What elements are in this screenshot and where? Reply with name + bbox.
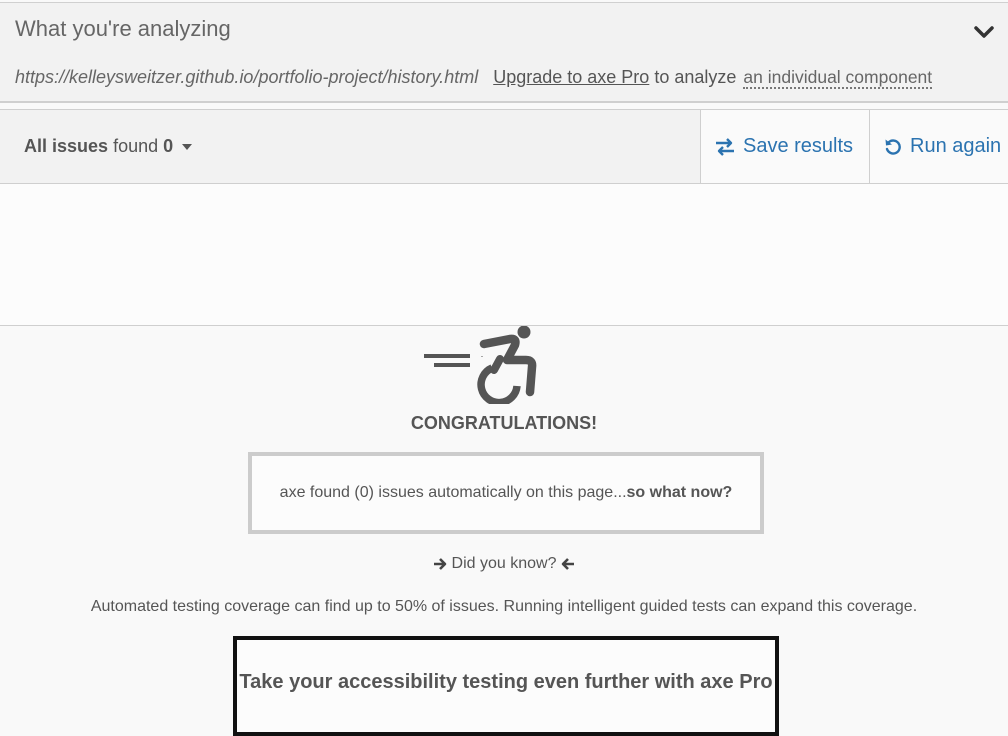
filter-found-text: found	[113, 136, 159, 156]
did-you-know-label: Did you know?	[451, 555, 557, 572]
congratulations-heading: CONGRATULATIONS!	[410, 413, 598, 433]
analyzing-panel: What you're analyzing https://kelleyswei…	[0, 2, 1008, 103]
issues-filter-dropdown[interactable]: All issues found 0	[24, 136, 193, 157]
arrow-left-icon	[562, 558, 575, 570]
run-again-button[interactable]: Run again	[869, 110, 1008, 183]
so-what-now-text: so what now?	[626, 484, 733, 501]
analyzing-title: What you're analyzing	[15, 16, 231, 41]
issues-found-box: axe found (0) issues automatically on th…	[248, 452, 764, 534]
did-you-know-heading: Did you know?	[0, 555, 1008, 573]
individual-component-link[interactable]: an individual component	[743, 67, 933, 89]
save-results-button[interactable]: Save results	[700, 110, 869, 183]
analyzed-url: https://kelleysweitzer.github.io/portfol…	[15, 67, 479, 87]
results-toolbar: All issues found 0 Save results Run agai…	[0, 109, 1008, 184]
analyze-text: to analyze	[654, 67, 737, 87]
arrow-right-icon	[433, 558, 446, 570]
filter-count: 0	[163, 136, 174, 156]
results-placeholder-area	[0, 184, 1008, 326]
chevron-down-icon[interactable]	[974, 25, 994, 39]
axe-pro-promo-box[interactable]: Take your accessibility testing even fur…	[233, 636, 779, 736]
accessible-wheelchair-icon	[424, 326, 537, 404]
coverage-info-text: Automated testing coverage can find up t…	[90, 598, 918, 615]
axe-pro-promo-title: Take your accessibility testing even fur…	[239, 671, 773, 693]
run-again-label: Run again	[910, 135, 1002, 157]
caret-down-icon	[182, 144, 193, 151]
rotate-left-icon	[885, 138, 901, 155]
filter-label: All issues	[24, 136, 109, 156]
swap-arrows-icon	[716, 137, 734, 156]
save-results-label: Save results	[743, 135, 854, 157]
analyzed-url-row: https://kelleysweitzer.github.io/portfol…	[15, 67, 933, 89]
issues-found-text: axe found (0) issues automatically on th…	[279, 484, 627, 501]
upgrade-axe-pro-link[interactable]: Upgrade to axe Pro	[493, 67, 649, 87]
